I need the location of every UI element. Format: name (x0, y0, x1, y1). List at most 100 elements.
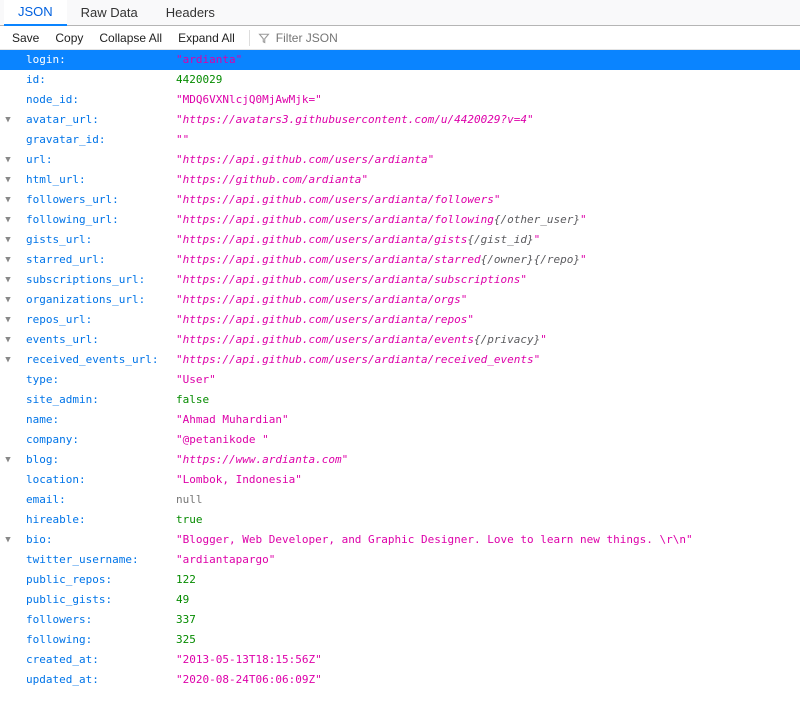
json-key[interactable]: created_at: (26, 650, 176, 670)
tab-json[interactable]: JSON (4, 0, 67, 26)
json-row-type[interactable]: type:"User" (0, 370, 800, 390)
tab-headers[interactable]: Headers (152, 0, 229, 26)
json-value: "https://api.github.com/users/ardianta/s… (176, 270, 800, 290)
json-key[interactable]: organizations_url: (26, 290, 176, 310)
json-row-followers_url[interactable]: ▼ followers_url:"https://api.github.com/u… (0, 190, 800, 210)
collapse-all-button[interactable]: Collapse All (97, 29, 164, 47)
json-row-html_url[interactable]: ▼ html_url:"https://github.com/ardianta" (0, 170, 800, 190)
json-row-hireable[interactable]: hireable:true (0, 510, 800, 530)
json-value: "https://github.com/ardianta" (176, 170, 800, 190)
json-row-gists_url[interactable]: ▼gists_url:"https://api.github.com/users… (0, 230, 800, 250)
json-row-location[interactable]: location:"Lombok, Indonesia" (0, 470, 800, 490)
expand-toggle-icon[interactable]: ▼ (2, 290, 14, 310)
filter-json-input[interactable] (274, 30, 394, 46)
json-row-id[interactable]: id:4420029 (0, 70, 800, 90)
save-button[interactable]: Save (10, 29, 41, 47)
json-row-events_url[interactable]: ▼events_url:"https://api.github.com/user… (0, 330, 800, 350)
expand-toggle-icon[interactable]: ▼ (2, 530, 14, 550)
json-key[interactable]: received_events_url: (26, 350, 176, 370)
json-row-followers[interactable]: followers:337 (0, 610, 800, 630)
json-value: true (176, 510, 800, 530)
json-key[interactable]: login: (26, 50, 176, 70)
json-row-company[interactable]: company:"@petanikode " (0, 430, 800, 450)
json-row-received_events_url[interactable]: ▼received_events_url:"https://api.github… (0, 350, 800, 370)
json-key[interactable]: public_repos: (26, 570, 176, 590)
json-row-organizations_url[interactable]: ▼organizations_url:"https://api.github.c… (0, 290, 800, 310)
json-key[interactable]: updated_at: (26, 670, 176, 690)
json-value: "User" (176, 370, 800, 390)
json-key[interactable]: repos_url: (26, 310, 176, 330)
expand-toggle-icon[interactable]: ▼ (2, 450, 14, 470)
json-value: "https://api.github.com/users/ardianta/f… (176, 210, 800, 230)
expand-toggle-icon[interactable]: ▼ (2, 310, 14, 330)
json-tree[interactable]: login:"ardianta"id:4420029node_id:"MDQ6V… (0, 50, 800, 690)
expand-toggle-icon[interactable]: ▼ (2, 190, 14, 210)
json-key[interactable]: public_gists: (26, 590, 176, 610)
json-value: null (176, 490, 800, 510)
json-key[interactable]: avatar_url: (26, 110, 176, 130)
json-key[interactable]: starred_url: (26, 250, 176, 270)
json-row-gravatar_id[interactable]: gravatar_id:"" (0, 130, 800, 150)
json-key[interactable]: url: (26, 150, 176, 170)
expand-all-button[interactable]: Expand All (176, 29, 237, 47)
json-value: 122 (176, 570, 800, 590)
expand-toggle-icon[interactable]: ▼ (2, 250, 14, 270)
json-row-created_at[interactable]: created_at:"2013-05-13T18:15:56Z" (0, 650, 800, 670)
json-row-following_url[interactable]: ▼ following_url:"https://api.github.com/u… (0, 210, 800, 230)
json-row-repos_url[interactable]: ▼ repos_url:"https://api.github.com/users… (0, 310, 800, 330)
expand-toggle-icon[interactable]: ▼ (2, 150, 14, 170)
expand-toggle-icon[interactable]: ▼ (2, 330, 14, 350)
json-value: 325 (176, 630, 800, 650)
json-row-email[interactable]: email:null (0, 490, 800, 510)
expand-toggle-icon[interactable]: ▼ (2, 350, 14, 370)
expand-toggle-icon[interactable]: ▼ (2, 110, 14, 130)
json-toolbar: Save Copy Collapse All Expand All (0, 26, 800, 50)
json-row-public_gists[interactable]: public_gists:49 (0, 590, 800, 610)
expand-toggle-icon[interactable]: ▼ (2, 210, 14, 230)
json-key[interactable]: events_url: (26, 330, 176, 350)
json-row-updated_at[interactable]: updated_at:"2020-08-24T06:06:09Z" (0, 670, 800, 690)
json-key[interactable]: bio: (26, 530, 176, 550)
copy-button[interactable]: Copy (53, 29, 85, 47)
json-row-starred_url[interactable]: ▼starred_url:"https://api.github.com/use… (0, 250, 800, 270)
json-row-public_repos[interactable]: public_repos:122 (0, 570, 800, 590)
json-row-subscriptions_url[interactable]: ▼ subscriptions_url:"https://api.github.c… (0, 270, 800, 290)
json-key[interactable]: subscriptions_url: (26, 270, 176, 290)
json-key[interactable]: email: (26, 490, 176, 510)
json-row-following[interactable]: following:325 (0, 630, 800, 650)
json-key[interactable]: location: (26, 470, 176, 490)
json-row-twitter_username[interactable]: twitter_username:"ardiantapargo" (0, 550, 800, 570)
json-row-login[interactable]: login:"ardianta" (0, 50, 800, 70)
json-key[interactable]: node_id: (26, 90, 176, 110)
json-row-url[interactable]: ▼url:"https://api.github.com/users/ardia… (0, 150, 800, 170)
json-key[interactable]: twitter_username: (26, 550, 176, 570)
json-value: "https://api.github.com/users/ardianta/r… (176, 310, 800, 330)
json-row-blog[interactable]: ▼blog:"https://www.ardianta.com" (0, 450, 800, 470)
json-row-name[interactable]: name:"Ahmad Muhardian" (0, 410, 800, 430)
json-value: "2020-08-24T06:06:09Z" (176, 670, 800, 690)
json-key[interactable]: gists_url: (26, 230, 176, 250)
json-key[interactable]: site_admin: (26, 390, 176, 410)
tab-rawdata[interactable]: Raw Data (67, 0, 152, 26)
json-key[interactable]: type: (26, 370, 176, 390)
json-row-node_id[interactable]: node_id:"MDQ6VXNlcjQ0MjAwMjk=" (0, 90, 800, 110)
json-row-site_admin[interactable]: site_admin:false (0, 390, 800, 410)
json-key[interactable]: html_url: (26, 170, 176, 190)
json-key[interactable]: id: (26, 70, 176, 90)
expand-toggle-icon[interactable]: ▼ (2, 230, 14, 250)
json-row-avatar_url[interactable]: ▼avatar_url:"https://avatars3.githubuser… (0, 110, 800, 130)
json-key[interactable]: followers: (26, 610, 176, 630)
json-key[interactable]: company: (26, 430, 176, 450)
expand-toggle-icon[interactable]: ▼ (2, 170, 14, 190)
json-key[interactable]: following_url: (26, 210, 176, 230)
expand-toggle-icon[interactable]: ▼ (2, 270, 14, 290)
json-key[interactable]: gravatar_id: (26, 130, 176, 150)
json-row-bio[interactable]: ▼bio:"Blogger, Web Developer, and Graphi… (0, 530, 800, 550)
json-key[interactable]: name: (26, 410, 176, 430)
json-value: 337 (176, 610, 800, 630)
json-key[interactable]: blog: (26, 450, 176, 470)
json-value: "https://api.github.com/users/ardianta/f… (176, 190, 800, 210)
json-key[interactable]: hireable: (26, 510, 176, 530)
json-key[interactable]: following: (26, 630, 176, 650)
json-key[interactable]: followers_url: (26, 190, 176, 210)
